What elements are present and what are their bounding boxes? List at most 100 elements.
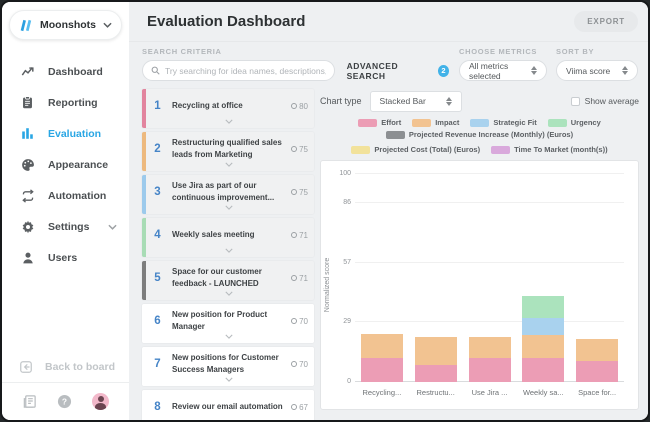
svg-text:?: ? xyxy=(62,397,67,407)
help-icon[interactable]: ? xyxy=(57,394,72,409)
legend-item[interactable]: Effort xyxy=(358,118,401,127)
bar-segment xyxy=(576,339,619,362)
idea-card-5[interactable]: 5 Space for our customer feedback - LAUNC… xyxy=(142,261,314,300)
score-target-icon xyxy=(291,318,298,324)
select-arrows-icon xyxy=(445,96,452,106)
chart-column: Chart type Stacked Bar Show average Effo… xyxy=(320,89,639,410)
idea-expand-chevron[interactable] xyxy=(149,291,308,299)
metrics-select[interactable]: All metrics selected xyxy=(459,60,547,81)
idea-card-6[interactable]: 6 New position for Product Manager 70 xyxy=(142,304,314,343)
idea-score: 67 xyxy=(291,403,308,412)
legend-item[interactable]: Projected Cost (Total) (Euros) xyxy=(351,145,480,154)
bar-segment xyxy=(576,361,619,382)
legend-label: Projected Cost (Total) (Euros) xyxy=(374,145,481,154)
choose-metrics-label: CHOOSE METRICS xyxy=(459,47,538,56)
back-to-board-label: Back to board xyxy=(45,361,116,373)
idea-score: 71 xyxy=(291,231,308,240)
idea-expand-chevron[interactable] xyxy=(149,162,308,170)
idea-score: 75 xyxy=(291,188,308,197)
idea-expand-chevron[interactable] xyxy=(149,205,308,213)
idea-expand-chevron[interactable] xyxy=(149,119,308,127)
bar-2 xyxy=(414,174,457,382)
y-axis-label: Normalized score xyxy=(324,257,331,313)
idea-card-7[interactable]: 7 New positions for Customer Success Mana… xyxy=(142,347,314,386)
bar-chart-icon xyxy=(20,127,35,140)
sort-select[interactable]: Viima score xyxy=(556,60,638,81)
idea-title: Weekly sales meeting xyxy=(172,230,255,240)
show-average-toggle[interactable]: Show average xyxy=(570,96,639,106)
app-window: Moonshots &... Dashboard Reporting Evaluat… xyxy=(0,0,650,422)
sidebar-item-reporting[interactable]: Reporting xyxy=(2,87,129,118)
bar-5 xyxy=(576,174,619,382)
user-avatar[interactable] xyxy=(92,393,109,410)
search-criteria-label: SEARCH CRITERIA xyxy=(142,47,222,56)
chart-type-label: Chart type xyxy=(320,96,362,106)
idea-rank: 2 xyxy=(154,143,161,155)
legend-item[interactable]: Urgency xyxy=(547,118,601,127)
advanced-search-label: ADVANCED SEARCH xyxy=(346,60,399,81)
sidebar-item-appearance[interactable]: Appearance xyxy=(2,149,129,180)
legend-swatch xyxy=(412,118,432,127)
chevron-down-icon xyxy=(103,22,112,28)
back-to-board-button[interactable]: Back to board xyxy=(2,360,129,374)
idea-title: Use Jira as part of our continuous impro… xyxy=(172,181,275,202)
bar-segment xyxy=(468,358,511,382)
show-average-checkbox[interactable] xyxy=(570,96,580,106)
chart-type-select[interactable]: Stacked Bar xyxy=(369,90,462,112)
workspace-switcher[interactable]: Moonshots &... xyxy=(9,10,122,40)
search-input[interactable] xyxy=(165,65,326,76)
idea-card-1[interactable]: 1 Recycling at office 80 xyxy=(142,89,314,128)
idea-rank: 5 xyxy=(154,272,161,284)
sidebar-nav: Dashboard Reporting Evaluation Appearance Au… xyxy=(2,56,129,273)
idea-card-4[interactable]: 4 Weekly sales meeting 71 xyxy=(142,218,314,257)
legend-item[interactable]: Projected Revenue Increase (Monthly) (Eu… xyxy=(385,130,574,139)
legend-swatch xyxy=(385,130,405,139)
sidebar-item-users[interactable]: Users xyxy=(2,242,129,273)
sidebar-item-label: Dashboard xyxy=(48,65,103,78)
bar-segment xyxy=(414,337,457,366)
legend-label: Strategic Fit xyxy=(493,118,537,127)
sort-by-label: SORT BY xyxy=(556,47,595,56)
legend-swatch xyxy=(547,118,567,127)
bar-segment xyxy=(522,358,565,382)
sidebar-item-label: Settings xyxy=(48,220,90,233)
news-icon[interactable] xyxy=(22,394,37,409)
idea-expand-chevron[interactable] xyxy=(149,248,308,256)
legend-item[interactable]: Impact xyxy=(412,118,459,127)
idea-card-8[interactable]: 8 Review our email automation 67 xyxy=(142,390,314,420)
y-tick-label: 57 xyxy=(343,259,351,267)
score-target-icon xyxy=(291,404,298,410)
idea-card-2[interactable]: 2 Restructuring qualified sales leads fro… xyxy=(142,132,314,171)
select-arrows-icon xyxy=(622,66,628,75)
idea-score: 80 xyxy=(291,102,308,111)
advanced-search-link[interactable]: ADVANCED SEARCH 2 xyxy=(347,61,449,81)
idea-list: 1 Recycling at office 80 2 Restructuring qua… xyxy=(142,89,314,420)
search-toolbar: SEARCH CRITERIA ADVANCED SEARCH 2 xyxy=(129,42,648,87)
sidebar-item-dashboard[interactable]: Dashboard xyxy=(2,56,129,87)
bar-segment xyxy=(414,365,457,382)
search-box xyxy=(142,60,335,81)
idea-expand-chevron[interactable] xyxy=(149,377,308,385)
legend-swatch xyxy=(491,145,511,154)
legend-swatch xyxy=(470,118,490,127)
y-tick-label: 0 xyxy=(347,378,351,385)
legend-item[interactable]: Strategic Fit xyxy=(470,118,537,127)
idea-score: 70 xyxy=(291,317,308,326)
legend-item[interactable]: Time To Market (month(s)) xyxy=(491,145,608,154)
idea-rank: 1 xyxy=(154,100,161,112)
legend-label: Projected Revenue Increase (Monthly) (Eu… xyxy=(408,130,574,139)
palette-icon xyxy=(20,158,35,172)
idea-card-3[interactable]: 3 Use Jira as part of our continuous impr… xyxy=(142,175,314,214)
export-button[interactable]: EXPORT xyxy=(574,11,638,32)
y-tick-label: 86 xyxy=(343,199,351,207)
sidebar-item-label: Reporting xyxy=(48,96,98,109)
idea-expand-chevron[interactable] xyxy=(149,334,308,342)
sidebar-item-settings[interactable]: Settings xyxy=(2,211,129,242)
idea-score: 75 xyxy=(291,145,308,154)
idea-title: Recycling at office xyxy=(172,101,243,111)
sidebar-footer: ? xyxy=(2,382,129,420)
bar-1 xyxy=(360,174,403,382)
sidebar-item-evaluation[interactable]: Evaluation xyxy=(2,118,129,149)
sidebar-item-automation[interactable]: Automation xyxy=(2,180,129,211)
sidebar-item-label: Users xyxy=(48,251,78,264)
